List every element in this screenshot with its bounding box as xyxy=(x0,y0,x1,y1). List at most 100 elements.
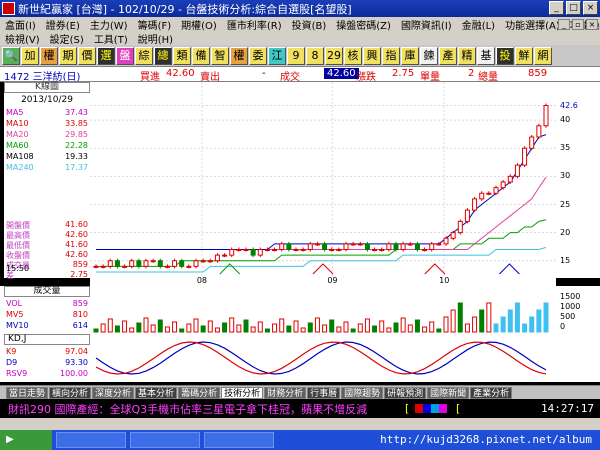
taskbar-item-2[interactable] xyxy=(130,432,200,448)
candle xyxy=(343,243,349,250)
title-bar: 新世紀贏家 [台灣] - 102/10/29 - 台盤技術分析:綜合自選股[名望… xyxy=(0,0,600,17)
toolbar-button[interactable]: 選 xyxy=(97,46,115,65)
tab-0[interactable]: 當日走勢 xyxy=(6,386,49,399)
tab-7[interactable]: 行事曆 xyxy=(307,386,341,399)
toolbar-button[interactable]: 投 xyxy=(496,46,514,65)
toolbar-button[interactable]: 庫 xyxy=(401,46,419,65)
toolbar-button[interactable]: 江 xyxy=(268,46,286,65)
candle xyxy=(322,243,328,250)
menu-item[interactable]: 檢視(V) xyxy=(0,31,45,46)
tab-8[interactable]: 國際趨勢 xyxy=(341,386,384,399)
maximize-button[interactable]: □ xyxy=(566,1,581,15)
ma-value: 17.37 xyxy=(65,163,88,172)
time-label: 15:50 xyxy=(6,264,30,273)
menu-item[interactable]: 操盤密碼(Z) xyxy=(331,17,396,32)
candle xyxy=(100,265,106,268)
toolbar-button[interactable]: 產 xyxy=(439,46,457,65)
menu-item[interactable]: 國際資訊(I) xyxy=(396,17,457,32)
candle xyxy=(193,260,199,267)
volume-bar xyxy=(479,309,485,333)
legend-date: 2013/10/29 xyxy=(21,95,73,105)
signal-marker xyxy=(219,263,241,275)
ticker-bracket-mid: [ xyxy=(456,402,461,415)
menu-item[interactable]: 盒面(I) xyxy=(0,17,41,32)
close-button[interactable]: × xyxy=(583,1,598,15)
toolbar-button[interactable]: 總 xyxy=(154,46,172,65)
volume-bar xyxy=(272,323,278,333)
app-icon xyxy=(2,2,15,15)
price-value: 2.75 xyxy=(70,270,88,279)
tab-10[interactable]: 國際新聞 xyxy=(427,386,470,399)
candle xyxy=(200,260,206,263)
volume-series-name: VOL xyxy=(6,299,23,308)
menu-item[interactable]: 設定(S) xyxy=(45,31,89,46)
ticker-text[interactable]: 財訊290 國際產經：全球Q3手機市佔率三星電子拿下桂冠，蘋果不增反減 xyxy=(0,401,367,417)
candle xyxy=(164,265,170,268)
ma-label: MA108 xyxy=(6,152,34,161)
toolbar-button[interactable]: 委 xyxy=(249,46,267,65)
toolbar-button[interactable]: 價 xyxy=(78,46,96,65)
toolbar-button[interactable]: 權 xyxy=(230,46,248,65)
menu-item[interactable]: 主力(W) xyxy=(85,17,133,32)
volume-panel[interactable]: 成交量 VOL 859 MV5 810 MV10 614 1500 1000 500 0 xyxy=(0,286,600,334)
kline-header[interactable]: K線圖 xyxy=(4,82,90,93)
volume-tick: 1000 xyxy=(560,302,581,311)
menu-item[interactable]: 金融(L) xyxy=(457,17,500,32)
volume-header: 成交量 xyxy=(4,286,90,297)
toolbar-button[interactable]: 智 xyxy=(211,46,229,65)
volume-bar xyxy=(364,318,370,333)
toolbar-button[interactable]: 加 xyxy=(21,46,39,65)
tab-4[interactable]: 籌碼分析 xyxy=(178,386,221,399)
tab-6[interactable]: 財務分析 xyxy=(264,386,307,399)
kd-series-value: 100.00 xyxy=(60,369,88,378)
tab-9[interactable]: 研報預測 xyxy=(384,386,427,399)
volume-bar xyxy=(443,316,449,333)
toolbar-button[interactable]: 基 xyxy=(477,46,495,65)
menu-item[interactable]: 籌碼(F) xyxy=(133,17,177,32)
tab-2[interactable]: 深度分析 xyxy=(92,386,135,399)
toolbar-button[interactable]: 9 xyxy=(287,46,305,65)
menu-item[interactable]: 匯市利率(R) xyxy=(222,17,287,32)
toolbar-button[interactable]: 鮮 xyxy=(515,46,533,65)
menu-item[interactable]: 說明(H) xyxy=(133,31,178,46)
toolbar-button[interactable]: 8 xyxy=(306,46,324,65)
menu-item[interactable]: 工具(T) xyxy=(89,31,133,46)
toolbar-button[interactable]: 核 xyxy=(344,46,362,65)
tab-1[interactable]: 橫向分析 xyxy=(49,386,92,399)
taskbar-item-3[interactable] xyxy=(204,432,274,448)
minimize-button[interactable]: _ xyxy=(549,1,564,15)
toolbar-button[interactable]: 29 xyxy=(325,46,343,65)
tab-11[interactable]: 產業分析 xyxy=(470,386,513,399)
start-button[interactable]: ▶ xyxy=(0,430,52,450)
candle xyxy=(536,125,542,138)
toolbar-button[interactable]: 興 xyxy=(363,46,381,65)
toolbar-button[interactable]: 權 xyxy=(40,46,58,65)
tab-5[interactable]: 技術分析 xyxy=(221,386,264,399)
toolbar-button[interactable]: 類 xyxy=(173,46,191,65)
toolbar-button[interactable]: 鍊 xyxy=(420,46,438,65)
menu-item[interactable]: 投資(B) xyxy=(287,17,332,32)
menu-item[interactable]: 期權(O) xyxy=(176,17,222,32)
toolbar-button[interactable]: 綜 xyxy=(135,46,153,65)
kline-chart[interactable] xyxy=(90,82,556,278)
toolbar-button[interactable]: 精 xyxy=(458,46,476,65)
toolbar-button[interactable]: 備 xyxy=(192,46,210,65)
status-colors xyxy=(415,404,447,413)
kd-panel[interactable]: KD,J K9 97.04 D9 93.30 RSV9 100.00 xyxy=(0,334,600,382)
menu-item[interactable]: 功能選擇(A) xyxy=(500,17,565,32)
child-close-button[interactable]: × xyxy=(586,19,598,30)
stock-code-name[interactable]: 1472 三洋紡(日) xyxy=(4,68,80,83)
tab-3[interactable]: 基本分析 xyxy=(135,386,178,399)
child-restore-button[interactable]: ▫ xyxy=(572,19,584,30)
taskbar-item-1[interactable] xyxy=(56,432,126,448)
news-ticker: 財訊290 國際產經：全球Q3手機市佔率三星電子拿下桂冠，蘋果不增反減 [ [ … xyxy=(0,400,600,418)
toolbar-button[interactable]: 期 xyxy=(59,46,77,65)
toolbar-button[interactable]: 網 xyxy=(534,46,552,65)
toolbar-button[interactable]: 🔍 xyxy=(2,46,20,65)
toolbar-button[interactable]: 指 xyxy=(382,46,400,65)
child-minimize-button[interactable]: _ xyxy=(558,19,570,30)
volume-bar xyxy=(329,319,335,333)
menu-item[interactable]: 證券(E) xyxy=(41,17,85,32)
toolbar-button[interactable]: 盤 xyxy=(116,46,134,65)
price-tick: 30 xyxy=(560,171,571,181)
